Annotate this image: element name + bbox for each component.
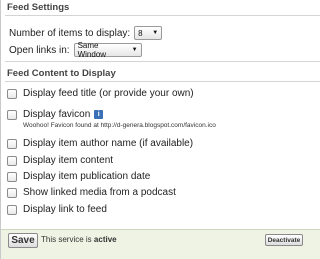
option-label: Display link to feed bbox=[23, 204, 107, 215]
open-links-label: Open links in: bbox=[9, 44, 70, 56]
option-label: Display favicon bbox=[23, 109, 91, 120]
favicon-found-note: Woohoo! Favicon found at http://d-genera… bbox=[23, 122, 216, 129]
checkbox[interactable] bbox=[7, 171, 17, 182]
checkbox[interactable] bbox=[7, 138, 17, 149]
divider bbox=[5, 81, 320, 82]
option-label: Display feed title (or provide your own) bbox=[23, 88, 194, 99]
option-display-pub-date[interactable]: Display item publication date bbox=[7, 171, 150, 182]
option-label: Show linked media from a podcast bbox=[23, 187, 176, 198]
option-display-feed-title[interactable]: Display feed title (or provide your own) bbox=[7, 88, 194, 99]
service-status: This service is active bbox=[41, 235, 117, 244]
checkbox[interactable] bbox=[7, 88, 17, 99]
checkbox[interactable] bbox=[7, 109, 17, 120]
feed-settings-heading: Feed Settings bbox=[7, 2, 70, 13]
status-value: active bbox=[93, 235, 117, 244]
open-links-select[interactable]: Same Window ▼ bbox=[73, 41, 142, 59]
option-display-content[interactable]: Display item content bbox=[7, 155, 113, 166]
divider bbox=[5, 15, 320, 16]
status-prefix: This service is bbox=[41, 235, 92, 244]
deactivate-button[interactable]: Deactivate bbox=[265, 234, 303, 246]
items-count-value: 8 bbox=[138, 28, 143, 38]
checkbox[interactable] bbox=[7, 155, 17, 166]
feed-content-heading: Feed Content to Display bbox=[7, 68, 116, 79]
option-label: Display item content bbox=[23, 155, 114, 166]
option-label: Display item publication date bbox=[23, 171, 151, 182]
open-links-value: Same Window bbox=[77, 41, 107, 59]
option-display-feed-link[interactable]: Display link to feed bbox=[7, 204, 107, 215]
dropdown-arrow-icon: ▼ bbox=[152, 30, 159, 36]
option-show-podcast-media[interactable]: Show linked media from a podcast bbox=[7, 187, 176, 198]
items-to-display-row: Number of items to display: 8 ▼ bbox=[9, 26, 163, 40]
items-count-select[interactable]: 8 ▼ bbox=[134, 26, 163, 40]
option-display-favicon[interactable]: Display favicon i bbox=[7, 109, 104, 120]
feed-settings-panel: Feed Settings Number of items to display… bbox=[0, 0, 320, 259]
items-to-display-label: Number of items to display: bbox=[9, 27, 131, 39]
info-icon[interactable]: i bbox=[94, 110, 104, 119]
save-button[interactable]: Save bbox=[8, 233, 38, 248]
dropdown-arrow-icon: ▼ bbox=[131, 47, 138, 53]
checkbox[interactable] bbox=[7, 204, 17, 215]
open-links-row: Open links in: Same Window ▼ bbox=[9, 41, 142, 59]
option-label: Display item author name (if available) bbox=[23, 138, 194, 149]
divider bbox=[5, 61, 320, 62]
option-display-author[interactable]: Display item author name (if available) bbox=[7, 138, 193, 149]
checkbox[interactable] bbox=[7, 187, 17, 198]
